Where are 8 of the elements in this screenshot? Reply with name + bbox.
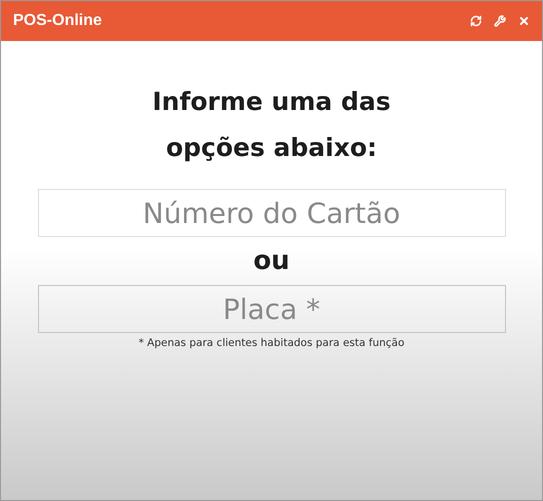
close-icon[interactable] bbox=[518, 15, 530, 27]
refresh-icon[interactable] bbox=[470, 15, 482, 27]
input-field[interactable]: Número do Cartão bbox=[38, 189, 506, 237]
window-title: POS-Online bbox=[13, 11, 102, 31]
separator-text: ou bbox=[253, 245, 290, 278]
heading: Informe uma das opções abaixo: bbox=[151, 86, 392, 164]
footnote: * Apenas para clientes habitados para esta função bbox=[138, 336, 404, 351]
wrench-icon[interactable] bbox=[494, 15, 506, 27]
